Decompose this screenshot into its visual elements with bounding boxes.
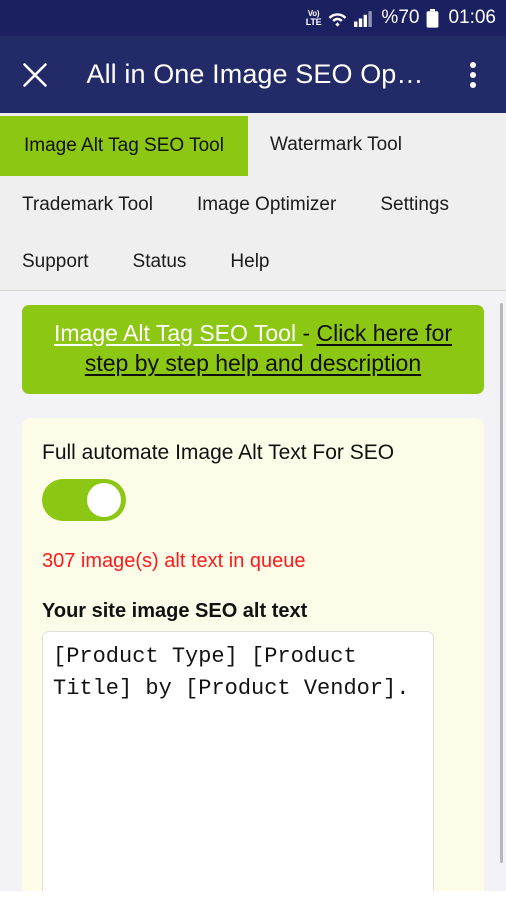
volte-icon: Vo) LTE	[305, 9, 322, 27]
close-icon[interactable]	[18, 58, 52, 92]
wifi-icon	[328, 9, 347, 27]
tab-image-optimizer[interactable]: Image Optimizer	[175, 176, 358, 233]
tab-bar: Image Alt Tag SEO Tool Watermark Tool Tr…	[0, 113, 506, 291]
overflow-menu-icon[interactable]	[458, 58, 488, 92]
alt-text-field-label: Your site image SEO alt text	[42, 599, 308, 622]
battery-percent-label: %70	[381, 7, 420, 28]
overflow-dot	[470, 61, 476, 68]
help-banner-title: Image Alt Tag SEO Tool	[53, 320, 303, 346]
alt-text-card: Full automate Image Alt Text For SEO 307…	[22, 417, 484, 891]
tab-image-alt-tag-seo-tool[interactable]: Image Alt Tag SEO Tool	[0, 116, 248, 176]
overflow-dot	[470, 81, 476, 88]
tab-row: Support Status Help	[0, 233, 506, 290]
content-area: Image Alt Tag SEO Tool - Click here for …	[0, 291, 506, 891]
tab-help[interactable]: Help	[208, 233, 291, 290]
tab-row: Image Alt Tag SEO Tool Watermark Tool	[0, 116, 506, 176]
tab-watermark-tool[interactable]: Watermark Tool	[248, 116, 424, 176]
content-scrollbar[interactable]	[500, 291, 503, 891]
battery-icon	[426, 8, 439, 28]
tab-support[interactable]: Support	[0, 233, 111, 290]
alt-text-input[interactable]	[42, 630, 434, 891]
status-bar: Vo) LTE %70 01:06	[0, 0, 506, 36]
full-automate-toggle[interactable]	[42, 478, 126, 521]
tab-trademark-tool[interactable]: Trademark Tool	[0, 176, 175, 233]
clock-label: 01:06	[448, 7, 496, 28]
scrollbar-thumb[interactable]	[500, 303, 503, 863]
overflow-dot	[470, 71, 476, 78]
signal-bars-icon	[354, 9, 374, 27]
help-banner[interactable]: Image Alt Tag SEO Tool - Click here for …	[22, 305, 484, 394]
full-automate-label: Full automate Image Alt Text For SEO	[42, 440, 395, 464]
volte-label-bottom: LTE	[305, 16, 322, 27]
toggle-knob	[87, 482, 121, 517]
tab-settings[interactable]: Settings	[358, 176, 471, 233]
page-title: All in One Image SEO Op…	[86, 59, 424, 89]
app-header: All in One Image SEO Op…	[0, 36, 506, 113]
tab-row: Trademark Tool Image Optimizer Settings	[0, 176, 506, 233]
tab-status[interactable]: Status	[111, 233, 209, 290]
queue-status-text: 307 image(s) alt text in queue	[42, 549, 306, 572]
help-banner-dash: -	[302, 320, 317, 346]
